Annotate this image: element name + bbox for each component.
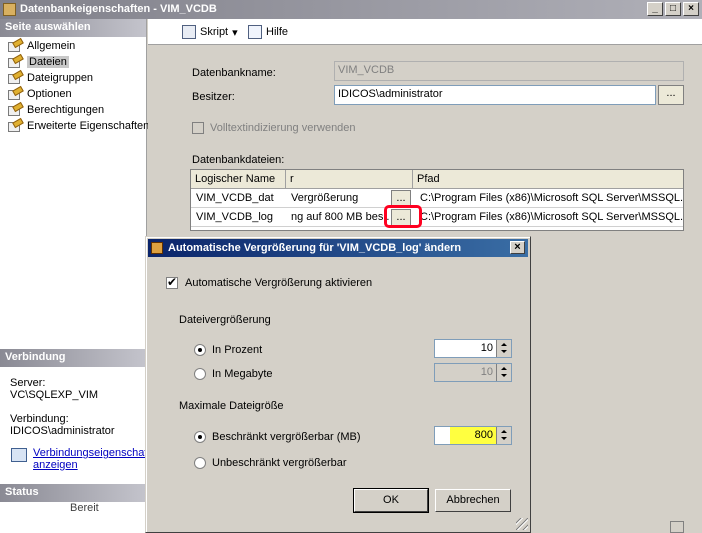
- script-button[interactable]: Skript ▾: [182, 25, 238, 39]
- row1-path[interactable]: C:\Program Files (x86)\Microsoft SQL Ser…: [415, 189, 683, 208]
- status-value: Bereit: [70, 502, 99, 514]
- percent-value: 10: [480, 342, 493, 354]
- col-logical-name[interactable]: Logischer Name: [191, 170, 286, 189]
- megabyte-stepper[interactable]: 10: [434, 363, 512, 382]
- limited-label: Beschränkt vergrößerbar (MB): [212, 431, 361, 443]
- row1-growth[interactable]: Vergrößerung: [286, 189, 389, 208]
- owner-label: Besitzer:: [192, 91, 235, 103]
- select-page-header: Seite auswählen: [0, 19, 146, 37]
- row1-logical[interactable]: VIM_VCDB_dat: [191, 189, 286, 208]
- fulltext-label: Volltextindizierung verwenden: [210, 122, 356, 134]
- chevron-down-icon: ▾: [232, 26, 238, 39]
- row2-path[interactable]: C:\Program Files (x86)\Microsoft SQL Ser…: [415, 208, 683, 227]
- row2-growth[interactable]: ng auf 800 MB bes...: [286, 208, 389, 227]
- cancel-button[interactable]: Abbrechen: [435, 489, 511, 512]
- database-icon: [3, 3, 16, 16]
- connection-value: IDICOS\administrator: [10, 425, 115, 437]
- maximize-button[interactable]: □: [665, 2, 681, 16]
- nav-item-permissions[interactable]: Berechtigungen: [0, 102, 146, 118]
- autogrow-label: Automatische Vergrößerung aktivieren: [185, 277, 373, 289]
- nav-item-label: Erweiterte Eigenschaften: [27, 120, 150, 132]
- nav-item-label: Dateien: [27, 56, 69, 68]
- dialog-title: Automatische Vergrößerung für 'VIM_VCDB_…: [168, 242, 462, 254]
- unlimited-radio[interactable]: [194, 457, 206, 469]
- window-titlebar: Datenbankeigenschaften - VIM_VCDB _ □ ×: [0, 0, 702, 19]
- row2-logical[interactable]: VIM_VCDB_log: [191, 208, 286, 227]
- ok-button[interactable]: OK: [353, 488, 429, 513]
- server-value: VC\SQLEXP_VIM: [10, 389, 99, 401]
- limited-radio[interactable]: [194, 431, 206, 443]
- dbfiles-label: Datenbankdateien:: [192, 154, 285, 166]
- connection-properties-link[interactable]: Verbindungseigenschaften anzeigen: [0, 447, 163, 471]
- spin-arrows-icon[interactable]: [496, 364, 511, 381]
- col-growth[interactable]: r: [286, 170, 413, 189]
- owner-browse-button[interactable]: ...: [658, 85, 684, 105]
- status-header: Status: [0, 484, 146, 502]
- megabyte-value: 10: [480, 366, 493, 378]
- dialog-close-button[interactable]: ×: [510, 241, 525, 254]
- nav-item-options[interactable]: Optionen: [0, 86, 146, 102]
- dialog-titlebar: Automatische Vergrößerung für 'VIM_VCDB_…: [148, 239, 528, 257]
- nav-item-label: Dateigruppen: [27, 72, 94, 84]
- help-button[interactable]: Hilfe: [248, 25, 288, 39]
- script-label: Skript: [200, 26, 229, 38]
- scrollbar-right-arrow[interactable]: [670, 521, 684, 533]
- dbname-field[interactable]: VIM_VCDB: [334, 61, 684, 81]
- nav-item-files[interactable]: Dateien: [0, 54, 146, 70]
- filegrowth-label: Dateivergrößerung: [179, 314, 271, 326]
- dbname-label: Datenbankname:: [192, 67, 276, 79]
- page-icon: [8, 88, 22, 100]
- fulltext-checkbox[interactable]: [192, 122, 204, 134]
- dbfiles-grid: Logischer Name r Pfad VIM_VCDB_dat Vergr…: [190, 169, 684, 231]
- percent-radio[interactable]: [194, 344, 206, 356]
- connection-label: Verbindung:: [10, 413, 69, 425]
- unlimited-label: Unbeschränkt vergrößerbar: [212, 457, 347, 469]
- nav-item-label: Allgemein: [27, 40, 76, 52]
- page-icon: [8, 56, 22, 68]
- megabyte-label: In Megabyte: [212, 368, 273, 380]
- percent-label: In Prozent: [212, 344, 263, 356]
- close-button[interactable]: ×: [683, 2, 699, 16]
- nav-item-extended-properties[interactable]: Erweiterte Eigenschaften: [0, 118, 150, 134]
- page-icon: [8, 40, 22, 52]
- percent-stepper[interactable]: 10: [434, 339, 512, 358]
- autogrowth-dialog: Automatische Vergrößerung für 'VIM_VCDB_…: [145, 236, 531, 533]
- link-line-1: Verbindungseigenschaften: [33, 447, 163, 459]
- limited-stepper[interactable]: 800: [434, 426, 512, 445]
- col-path[interactable]: Pfad: [413, 170, 683, 189]
- spin-arrows-icon[interactable]: [496, 427, 511, 444]
- spin-arrows-icon[interactable]: [496, 340, 511, 357]
- nav-item-general[interactable]: Allgemein: [0, 38, 146, 54]
- connection-header: Verbindung: [0, 349, 146, 367]
- link-line-2: anzeigen: [33, 459, 78, 471]
- highlight-callout: [384, 205, 422, 228]
- page-icon: [8, 104, 22, 116]
- status-section: Status Bereit: [0, 484, 146, 514]
- page-icon: [8, 72, 22, 84]
- autogrow-checkbox[interactable]: ✔: [166, 275, 178, 289]
- help-label: Hilfe: [266, 26, 289, 38]
- server-label: Server:: [10, 377, 46, 389]
- megabyte-radio[interactable]: [194, 368, 206, 380]
- script-icon: [182, 25, 196, 39]
- connection-properties-icon: [11, 448, 27, 462]
- nav-item-filegroups[interactable]: Dateigruppen: [0, 70, 146, 86]
- toolbar: Skript ▾ Hilfe: [148, 19, 702, 45]
- limited-value: 800: [474, 429, 493, 441]
- minimize-button[interactable]: _: [647, 2, 663, 16]
- resize-grip[interactable]: [516, 518, 528, 530]
- maxsize-label: Maximale Dateigröße: [179, 400, 284, 412]
- checkmark-icon: ✔: [167, 275, 178, 289]
- nav-item-label: Berechtigungen: [27, 104, 105, 116]
- window-title: Datenbankeigenschaften - VIM_VCDB: [20, 3, 217, 15]
- database-icon: [151, 242, 163, 254]
- help-icon: [248, 25, 262, 39]
- connection-section: Verbindung Server: VC\SQLEXP_VIM Verbind…: [0, 349, 163, 471]
- nav-item-label: Optionen: [27, 88, 72, 100]
- owner-field[interactable]: IDICOS\administrator: [334, 85, 656, 105]
- page-icon: [8, 120, 22, 132]
